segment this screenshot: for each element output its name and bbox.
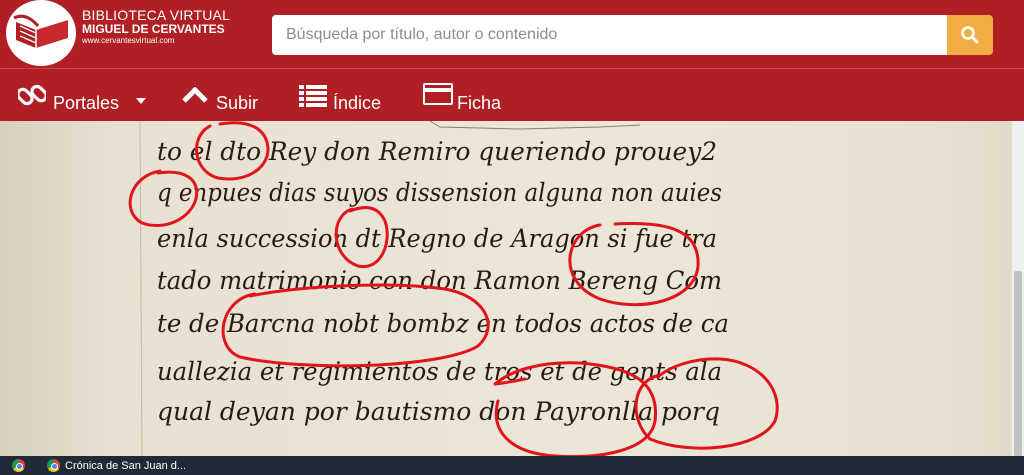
chrome-icon[interactable] xyxy=(12,459,25,472)
nav-indice[interactable]: Índice xyxy=(299,69,394,121)
chrome-icon xyxy=(47,459,60,472)
nav-ficha-label: Ficha xyxy=(457,93,502,113)
site-header: BIBLIOTECA VIRTUAL MIGUEL DE CERVANTES w… xyxy=(0,0,1024,68)
nav-portales[interactable]: Portales xyxy=(18,69,148,121)
manuscript-line: enla succession dt Regno de Aragon si fu… xyxy=(157,224,717,253)
brand-url: www.cervantesvirtual.com xyxy=(82,36,175,45)
portal-navbar: Portales Subir Índice Ficha xyxy=(0,68,1024,121)
scrollbar-thumb[interactable] xyxy=(1014,271,1022,456)
search-button[interactable] xyxy=(947,15,993,55)
manuscript-line: to el dto Rey don Remiro queriendo proue… xyxy=(157,137,717,166)
manuscript-line: te de Barcna nobt bombz en todos actos d… xyxy=(157,309,729,338)
link-icon xyxy=(18,84,46,106)
brand-text[interactable]: BIBLIOTECA VIRTUAL MIGUEL DE CERVANTES w… xyxy=(82,8,230,46)
card-icon xyxy=(423,83,453,105)
nav-indice-label: Índice xyxy=(333,93,382,113)
nav-ficha[interactable]: Ficha xyxy=(423,69,513,121)
viewer-scrollbar[interactable] xyxy=(1011,121,1024,456)
manuscript-line: uallezia et regimientos de tros et de ge… xyxy=(157,357,722,386)
search-icon xyxy=(961,26,979,44)
search-input[interactable] xyxy=(272,15,948,55)
nav-portales-label: Portales xyxy=(53,93,120,113)
brand-subtitle: MIGUEL DE CERVANTES xyxy=(82,22,225,36)
nav-subir-label: Subir xyxy=(216,93,259,113)
book-logo-icon[interactable] xyxy=(6,0,76,66)
manuscript-line: tado matrimonio con don Ramon Bereng Com xyxy=(157,266,722,295)
nav-subir[interactable]: Subir xyxy=(182,69,267,121)
brand-title: BIBLIOTECA VIRTUAL xyxy=(82,7,231,23)
taskbar-window-title: Crónica de San Juan d... xyxy=(65,460,187,472)
manuscript-line: q enpues dias suyos dissension alguna no… xyxy=(157,178,722,207)
caret-down-icon xyxy=(136,98,146,104)
chevron-up-icon xyxy=(182,87,208,103)
taskbar-window-button[interactable]: Crónica de San Juan d... xyxy=(40,457,210,475)
list-icon xyxy=(299,85,327,107)
os-taskbar: Crónica de San Juan d... xyxy=(0,456,1024,475)
manuscript-page: to el dto Rey don Remiro queriendo proue… xyxy=(128,121,779,456)
document-viewer[interactable]: to el dto Rey don Remiro queriendo proue… xyxy=(0,121,1011,456)
